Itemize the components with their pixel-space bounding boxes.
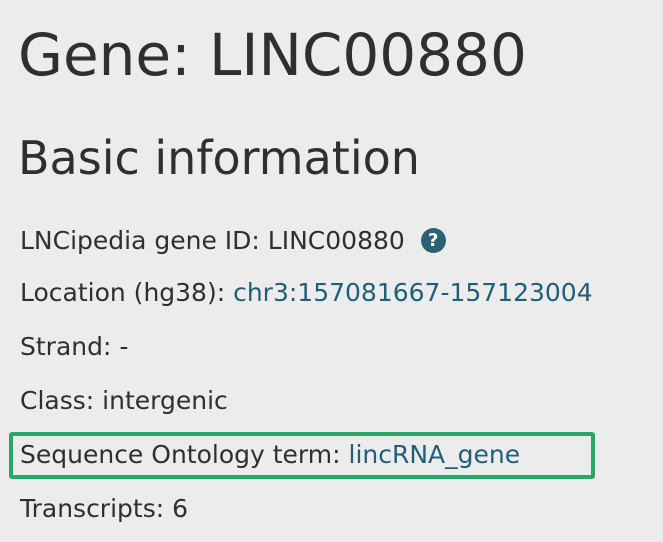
location-label: Location (hg38):: [20, 278, 226, 307]
gene-id-label: LNCipedia gene ID:: [20, 226, 260, 255]
question-circle-icon[interactable]: ?: [420, 227, 446, 253]
class-row: Class: intergenic: [20, 383, 228, 419]
section-title: Basic information: [18, 131, 420, 185]
gene-id-row: LNCipedia gene ID: LINC00880 ?: [20, 223, 446, 259]
content-panel: Gene: LINC00880 Basic information LNCipe…: [0, 0, 663, 542]
class-value: intergenic: [102, 386, 228, 415]
transcripts-row: Transcripts: 6: [20, 491, 188, 527]
location-link[interactable]: chr3:157081667-157123004: [233, 278, 593, 307]
page-title: Gene: LINC00880: [18, 21, 527, 89]
strand-label: Strand:: [20, 332, 112, 361]
class-label: Class:: [20, 386, 95, 415]
sequence-ontology-link[interactable]: lincRNA_gene: [349, 440, 521, 469]
sequence-ontology-label: Sequence Ontology term:: [20, 440, 341, 469]
sequence-ontology-row: Sequence Ontology term: lincRNA_gene: [20, 437, 520, 473]
gene-id-value: LINC00880: [267, 226, 405, 255]
strand-row: Strand: -: [20, 329, 128, 365]
strand-value: -: [119, 332, 129, 361]
location-row: Location (hg38): chr3:157081667-15712300…: [20, 275, 593, 311]
transcripts-label: Transcripts:: [20, 494, 165, 523]
transcripts-value: 6: [172, 494, 189, 523]
